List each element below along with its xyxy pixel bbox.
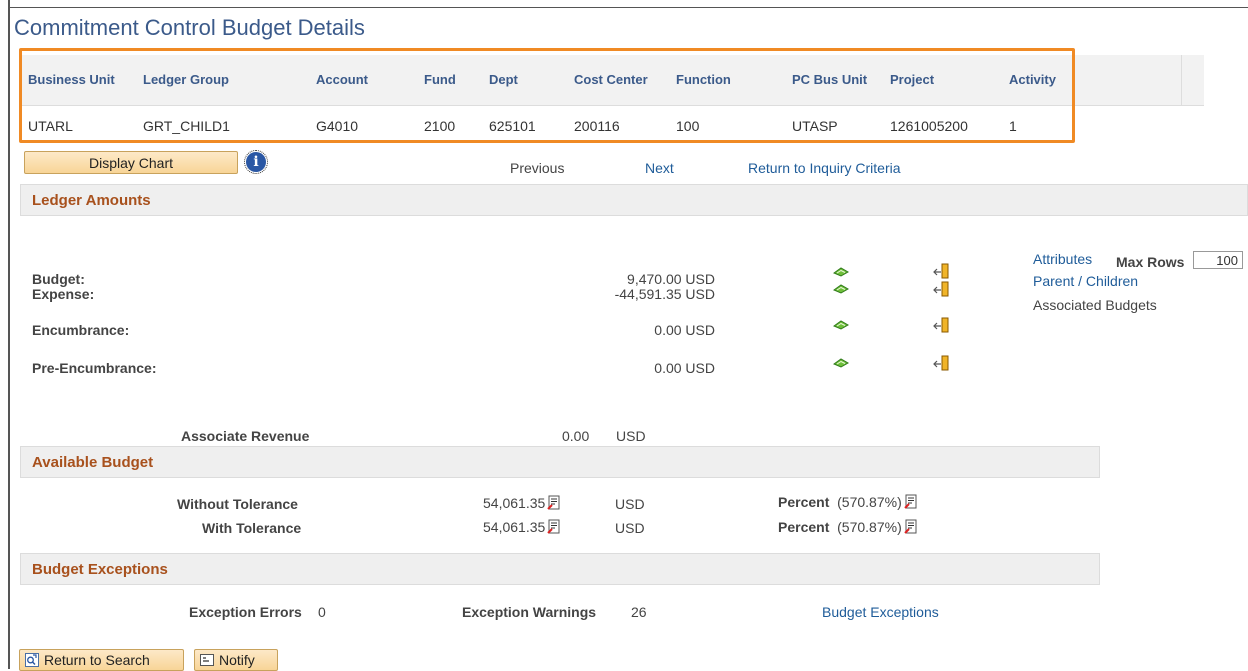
ledger-book-icon[interactable] bbox=[833, 358, 849, 368]
drilldown-icon[interactable] bbox=[933, 280, 951, 298]
ledger-book-icon[interactable] bbox=[833, 284, 849, 294]
drilldown-icon[interactable] bbox=[933, 354, 951, 372]
window-border-top bbox=[8, 7, 1248, 8]
ledger-book-icon[interactable] bbox=[833, 267, 849, 277]
exception-warnings-value: 26 bbox=[631, 604, 647, 620]
search-return-icon bbox=[25, 653, 39, 667]
next-link[interactable]: Next bbox=[645, 160, 674, 176]
available-budget-section: Available Budget bbox=[20, 446, 1100, 478]
associate-revenue-amount: 0.00 bbox=[562, 428, 590, 444]
display-chart-button[interactable]: Display Chart bbox=[24, 151, 238, 174]
ledger-amounts-section: Ledger Amounts bbox=[20, 184, 1248, 216]
with-tolerance-currency: USD bbox=[615, 520, 645, 536]
previous-link[interactable]: Previous bbox=[510, 160, 564, 176]
drilldown-icon[interactable] bbox=[933, 262, 951, 280]
return-to-inquiry-link[interactable]: Return to Inquiry Criteria bbox=[748, 160, 901, 176]
return-to-search-label: Return to Search bbox=[44, 652, 150, 668]
without-tolerance-amount: 54,061.35 bbox=[483, 495, 561, 511]
ledger-label-expense: Expense: bbox=[32, 286, 95, 302]
drilldown-icon[interactable] bbox=[933, 316, 951, 334]
ledger-amount-budget: 9,470.00 USD bbox=[627, 271, 715, 287]
exception-warnings-label: Exception Warnings bbox=[462, 604, 597, 620]
associate-revenue-currency: USD bbox=[616, 428, 646, 444]
section-title-exceptions: Budget Exceptions bbox=[32, 561, 168, 578]
associate-revenue-label: Associate Revenue bbox=[181, 428, 310, 444]
with-tolerance-amount: 54,061.35 bbox=[483, 519, 561, 535]
budget-exceptions-section: Budget Exceptions bbox=[20, 553, 1100, 585]
with-tolerance-label: With Tolerance bbox=[202, 520, 302, 536]
page-title: Commitment Control Budget Details bbox=[14, 15, 365, 40]
report-icon[interactable] bbox=[547, 519, 561, 534]
notify-button[interactable]: Notify bbox=[194, 649, 278, 671]
without-tolerance-percent: Percent (570.87%) bbox=[778, 494, 918, 510]
ledger-label-budget: Budget: bbox=[32, 271, 85, 287]
report-icon[interactable] bbox=[547, 495, 561, 510]
return-to-search-button[interactable]: Return to Search bbox=[19, 649, 184, 671]
exception-errors-value: 0 bbox=[318, 604, 326, 620]
without-tolerance-label: Without Tolerance bbox=[177, 496, 298, 512]
ledger-amount-encumbrance: 0.00 USD bbox=[654, 322, 715, 338]
with-tolerance-percent: Percent (570.87%) bbox=[778, 519, 918, 535]
parent-children-link[interactable]: Parent / Children bbox=[1033, 273, 1138, 289]
max-rows-input[interactable] bbox=[1193, 251, 1243, 269]
ledger-amount-pre-encumbrance: 0.00 USD bbox=[654, 360, 715, 376]
section-title-available: Available Budget bbox=[32, 454, 154, 471]
report-icon[interactable] bbox=[904, 519, 918, 534]
without-tolerance-currency: USD bbox=[615, 496, 645, 512]
highlight-box bbox=[19, 48, 1075, 143]
budget-exceptions-link[interactable]: Budget Exceptions bbox=[822, 604, 939, 620]
ledger-label-pre-encumbrance: Pre-Encumbrance: bbox=[32, 360, 157, 376]
ledger-book-icon[interactable] bbox=[833, 320, 849, 330]
associated-budgets-text: Associated Budgets bbox=[1033, 297, 1157, 313]
ledger-amount-expense: -44,591.35 USD bbox=[614, 286, 715, 302]
exception-errors-label: Exception Errors bbox=[189, 604, 302, 620]
report-icon[interactable] bbox=[904, 494, 918, 509]
ledger-label-encumbrance: Encumbrance: bbox=[32, 322, 130, 338]
info-icon[interactable]: i bbox=[244, 150, 268, 174]
max-rows-label: Max Rows bbox=[1116, 254, 1185, 270]
window-border-left bbox=[8, 0, 10, 669]
attributes-link[interactable]: Attributes bbox=[1033, 251, 1092, 267]
notify-label: Notify bbox=[219, 652, 255, 668]
section-title-ledger: Ledger Amounts bbox=[32, 192, 151, 209]
notify-icon bbox=[200, 654, 214, 666]
